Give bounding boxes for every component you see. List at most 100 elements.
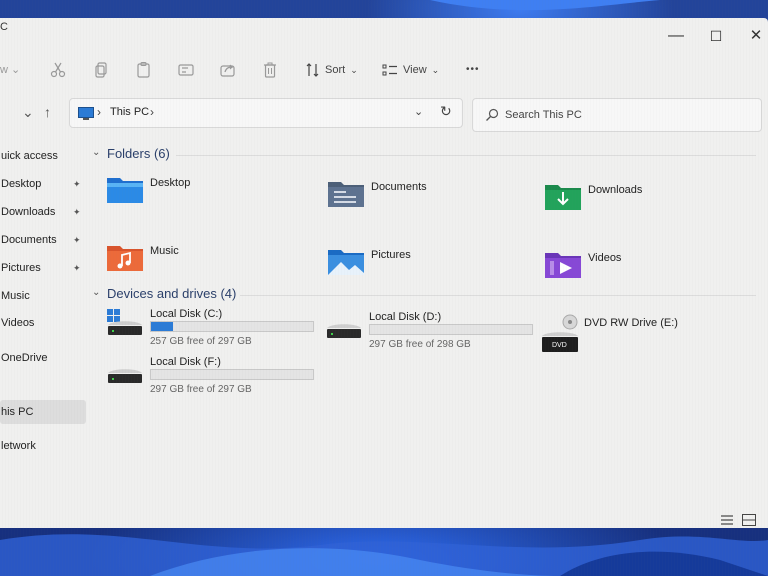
scissors-icon: [50, 62, 66, 78]
window-title: C: [0, 21, 8, 33]
drive-local-disk-d[interactable]: Local Disk (D:) 297 GB free of 298 GB: [325, 311, 535, 357]
view-button[interactable]: View ⌄: [382, 58, 439, 82]
breadcrumb-separator-icon: ›: [97, 105, 101, 119]
folders-section-header[interactable]: ⌄ Folders (6): [92, 145, 762, 165]
view-label: View: [403, 64, 427, 76]
drive-free-space: 257 GB free of 297 GB: [150, 336, 252, 347]
copy-icon: [95, 62, 107, 78]
drive-usage-fill: [151, 322, 173, 331]
sidebar-item-documents[interactable]: Documents ✦: [0, 228, 86, 252]
folder-label: Music: [150, 245, 179, 257]
file-explorer-window: C — ☐ ✕ w ⌄ Sort ⌄ View ⌄ ••• ⌄ ↑ › This…: [0, 18, 768, 528]
sort-icon: [306, 63, 319, 77]
folder-label: Pictures: [371, 249, 411, 261]
folder-label: Downloads: [588, 184, 643, 196]
sidebar-item-label: Pictures: [1, 262, 41, 274]
rename-icon: [178, 64, 194, 76]
refresh-button[interactable]: ↻: [440, 103, 452, 120]
sidebar-item-desktop[interactable]: Desktop ✦: [0, 172, 86, 196]
sidebar-item-label: Videos: [1, 317, 35, 329]
section-divider: [176, 155, 756, 156]
copy-button[interactable]: [94, 58, 110, 82]
chevron-down-icon: ⌄: [431, 65, 440, 75]
sidebar-item-downloads[interactable]: Downloads ✦: [0, 200, 86, 224]
folder-music[interactable]: Music: [106, 242, 306, 282]
sidebar-item-label: uick access: [1, 150, 58, 162]
sidebar-item-label: Music: [1, 290, 30, 302]
drive-dvd-rw-e[interactable]: DVD RW Drive (E:) DVD: [540, 314, 750, 360]
sidebar-item-videos[interactable]: Videos: [0, 311, 86, 335]
chevron-down-icon: ⌄: [92, 147, 101, 158]
sidebar-item-quick-access[interactable]: uick access: [0, 144, 86, 168]
view-menu-label: w: [0, 64, 8, 76]
content-pane: ⌄ Folders (6) Desktop Documents Download…: [92, 144, 768, 528]
chevron-down-icon: ⌄: [92, 287, 101, 298]
view-menu-button[interactable]: w ⌄: [0, 58, 20, 82]
folder-downloads[interactable]: Downloads: [544, 181, 744, 221]
sidebar-item-music[interactable]: Music: [0, 284, 86, 308]
desktop-folder-icon: [107, 178, 143, 203]
tiles-view-icon[interactable]: [742, 514, 756, 526]
sort-label: Sort: [325, 64, 346, 76]
search-input[interactable]: [505, 107, 745, 123]
command-bar: w ⌄ Sort ⌄ View ⌄ •••: [0, 54, 768, 88]
pin-icon: ✦: [73, 179, 81, 189]
more-options-button[interactable]: •••: [466, 58, 480, 82]
search-icon: [486, 108, 499, 121]
sidebar-item-label: Desktop: [1, 178, 42, 190]
breadcrumb-separator-icon[interactable]: ›: [150, 105, 154, 119]
rename-button[interactable]: [178, 58, 194, 82]
drive-usage-bar: [150, 321, 314, 332]
up-arrow-button[interactable]: ↑: [44, 104, 51, 120]
drive-name: Local Disk (C:): [150, 308, 223, 320]
search-box[interactable]: [472, 98, 762, 132]
drive-icon: [327, 324, 361, 338]
folder-desktop[interactable]: Desktop: [106, 174, 306, 214]
folder-label: Videos: [588, 252, 622, 264]
maximize-button[interactable]: ☐: [706, 28, 726, 44]
sidebar-item-network[interactable]: letwork: [0, 434, 86, 458]
folder-pictures[interactable]: Pictures: [327, 246, 527, 286]
close-button[interactable]: ✕: [746, 28, 766, 44]
address-row: ⌄ ↑ › This PC › ⌄ ↻: [0, 96, 768, 132]
downloads-folder-icon: [545, 185, 581, 210]
devices-section-header[interactable]: ⌄ Devices and drives (4): [92, 285, 762, 305]
sidebar-item-onedrive[interactable]: OneDrive: [0, 346, 86, 370]
sidebar-item-pictures[interactable]: Pictures ✦: [0, 256, 86, 280]
music-folder-icon: [107, 246, 143, 271]
details-view-icon[interactable]: [720, 514, 734, 526]
sidebar-item-label: Downloads: [1, 206, 56, 218]
sidebar-item-label: Documents: [1, 234, 57, 246]
sidebar-item-label: letwork: [1, 440, 36, 452]
breadcrumb-this-pc[interactable]: This PC: [110, 106, 149, 118]
drive-local-disk-c[interactable]: Local Disk (C:) 257 GB free of 297 GB: [106, 308, 316, 354]
sort-button[interactable]: Sort ⌄: [306, 58, 358, 82]
pin-icon: ✦: [73, 207, 81, 217]
sidebar-item-label: his PC: [1, 406, 34, 418]
address-bar[interactable]: › This PC › ⌄ ↻: [69, 98, 463, 128]
pictures-folder-icon: [328, 250, 364, 275]
paste-button[interactable]: [136, 58, 152, 82]
trash-icon: [264, 62, 276, 78]
minimize-button[interactable]: —: [666, 28, 686, 44]
share-button[interactable]: [220, 58, 236, 82]
drive-name: Local Disk (F:): [150, 356, 221, 368]
navigation-pane: uick access Desktop ✦ Downloads ✦ Docume…: [0, 144, 92, 464]
folder-documents[interactable]: Documents: [327, 178, 527, 218]
chevron-down-icon[interactable]: ⌄: [22, 104, 34, 121]
sidebar-item-this-pc[interactable]: his PC: [0, 400, 86, 424]
title-bar: C — ☐ ✕: [0, 18, 768, 46]
drive-name: DVD RW Drive (E:): [584, 317, 678, 329]
cut-button[interactable]: [50, 58, 66, 82]
folder-videos[interactable]: Videos: [544, 249, 744, 289]
pin-icon: ✦: [73, 263, 81, 273]
sidebar-item-label: OneDrive: [1, 352, 48, 364]
chevron-down-icon: ⌄: [11, 64, 21, 76]
drive-local-disk-f[interactable]: Local Disk (F:) 297 GB free of 297 GB: [106, 356, 316, 402]
documents-folder-icon: [328, 182, 364, 207]
drive-usage-bar: [150, 369, 314, 380]
address-history-dropdown[interactable]: ⌄: [414, 105, 423, 118]
folder-label: Desktop: [150, 177, 191, 189]
view-list-icon: [382, 64, 397, 76]
delete-button[interactable]: [262, 58, 278, 82]
